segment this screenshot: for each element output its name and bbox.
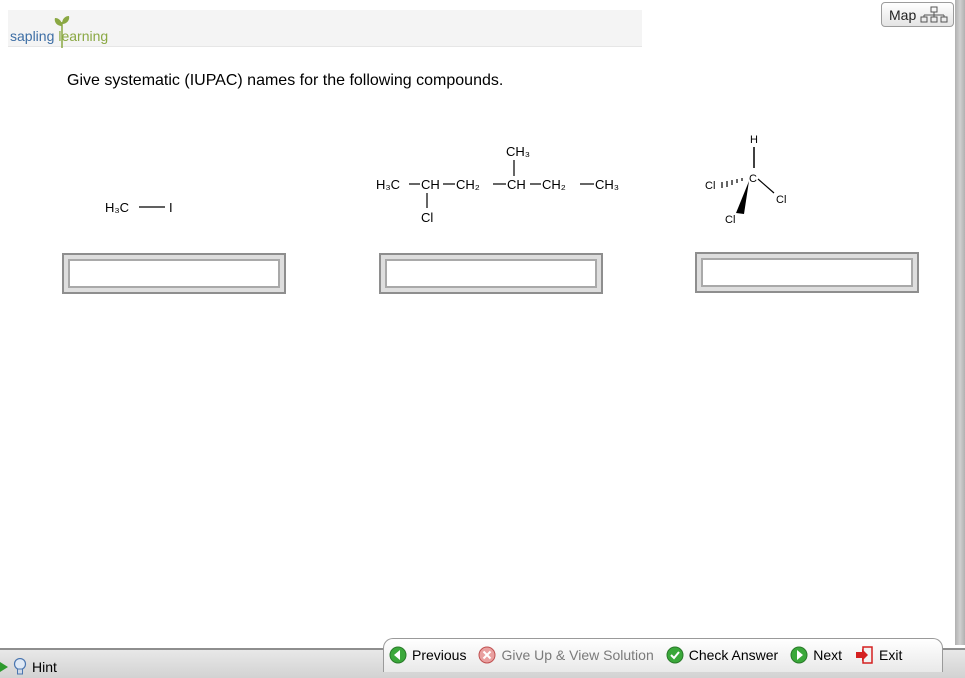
c3-carbon: C	[749, 173, 757, 185]
sitemap-icon	[920, 6, 948, 22]
exit-label: Exit	[879, 647, 903, 663]
navigation-items: Previous Give Up & View Solution Check A…	[389, 643, 902, 667]
c2-ch2-a: CH₂	[456, 177, 480, 192]
checkmark-icon	[666, 646, 684, 664]
answer-box-3	[695, 252, 919, 293]
hint-label: Hint	[32, 659, 57, 675]
answer-input-1[interactable]	[68, 259, 280, 288]
logo-learning-text: learning	[58, 28, 109, 44]
c2-ch2-b: CH₂	[542, 177, 566, 192]
check-answer-button[interactable]: Check Answer	[666, 646, 778, 664]
c1-h3c: H₃C	[105, 200, 129, 215]
c3-cl-right: Cl	[776, 194, 786, 206]
hint-button[interactable]: Hint	[0, 658, 57, 676]
c2-ch3-end: CH₃	[595, 177, 619, 192]
answer-box-1	[62, 253, 286, 294]
question-instruction: Give systematic (IUPAC) names for the fo…	[67, 72, 504, 89]
c3-cl-left: Cl	[705, 180, 715, 192]
previous-label: Previous	[412, 647, 467, 663]
answer-input-2[interactable]	[385, 259, 597, 288]
c2-chlorine: Cl	[421, 210, 433, 225]
answer-box-2	[379, 253, 603, 294]
map-label: Map	[889, 6, 917, 23]
scrollbar-thumb[interactable]	[955, 0, 965, 645]
map-button[interactable]: Map	[881, 2, 954, 27]
c2-ch3-top: CH₃	[506, 144, 530, 159]
play-arrow-icon	[0, 662, 8, 672]
previous-button[interactable]: Previous	[389, 646, 466, 664]
lightbulb-icon	[13, 658, 27, 675]
check-answer-label: Check Answer	[688, 647, 779, 663]
logo-sapling-text: sapling	[10, 28, 55, 44]
giveup-label: Give Up & View Solution	[501, 647, 654, 663]
c1-iodine: I	[169, 200, 173, 215]
answer-input-3[interactable]	[701, 258, 913, 287]
c2-ch-branch: CH	[507, 177, 526, 192]
compound-2-structure: CH₃ H₃C CH CH₂ CH CH₂ CH₃ Cl	[376, 144, 619, 225]
next-button[interactable]: Next	[790, 646, 842, 664]
compound-3-structure: H C Cl Cl Cl	[705, 134, 786, 226]
c2-ch1: CH	[421, 177, 440, 192]
c3-cl-bottom: Cl	[725, 214, 735, 226]
cancel-x-icon	[478, 646, 496, 664]
exit-door-icon	[856, 646, 873, 664]
c2-h3c: H₃C	[376, 177, 400, 192]
c3-hydrogen: H	[750, 134, 758, 146]
giveup-button[interactable]: Give Up & View Solution	[478, 646, 654, 664]
next-arrow-icon	[790, 646, 808, 664]
vertical-scrollbar[interactable]	[955, 0, 965, 645]
previous-arrow-icon	[389, 646, 407, 664]
compound-1-structure: H₃C I	[105, 200, 173, 215]
exit-button[interactable]: Exit	[854, 645, 902, 665]
next-label: Next	[813, 647, 843, 663]
